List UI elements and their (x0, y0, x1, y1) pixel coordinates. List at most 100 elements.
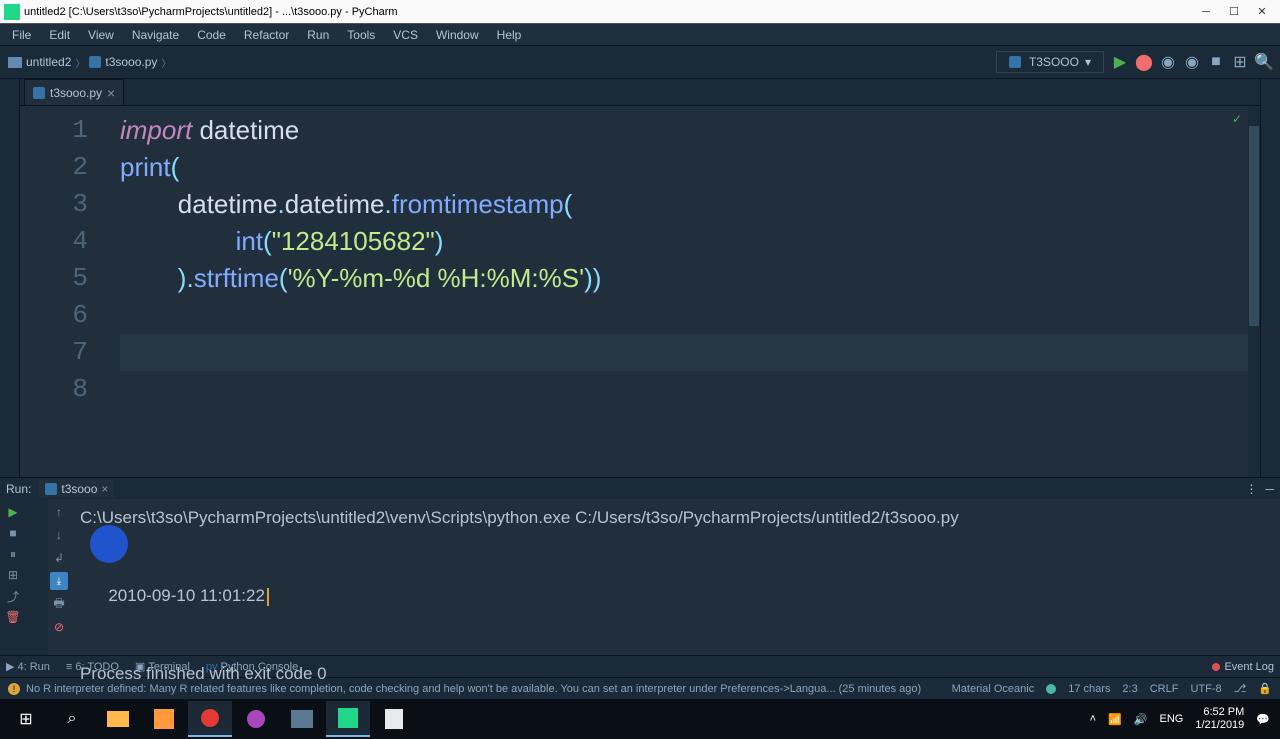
sublime-button[interactable] (142, 701, 186, 737)
titlebar: untitled2 [C:\Users\t3so\PycharmProjects… (0, 0, 1280, 24)
menu-file[interactable]: File (6, 26, 37, 44)
start-button[interactable]: ⊞ (4, 701, 48, 737)
warning-icon[interactable]: ! (8, 683, 20, 695)
scrollbar-track[interactable] (1248, 106, 1260, 477)
search-button[interactable]: 🔍 (1256, 54, 1272, 70)
stop-button[interactable]: ■ (1208, 54, 1224, 70)
code-editor[interactable]: 1 2 3 4 5 6 7 8 import datetime print( d… (20, 106, 1260, 477)
window-controls: ─ ☐ ✕ (1200, 6, 1276, 18)
exit-button[interactable]: ⤴ (4, 587, 22, 605)
line-number: 5 (20, 260, 120, 297)
file-explorer-button[interactable] (96, 701, 140, 737)
line-gutter: 1 2 3 4 5 6 7 8 (20, 106, 120, 477)
tray-volume-icon[interactable]: 🔊 (1134, 713, 1148, 726)
hide-panel-button[interactable]: ─ (1265, 482, 1274, 496)
app-button[interactable] (280, 701, 324, 737)
line-number: 4 (20, 223, 120, 260)
pause-button[interactable]: ⏸ (4, 545, 22, 563)
line-number: 6 (20, 297, 120, 334)
run-config-name: T3SOOO (1029, 55, 1079, 69)
output-command: C:\Users\t3so\PycharmProjects\untitled2\… (80, 505, 1272, 531)
run-label: Run: (6, 482, 31, 496)
code-area[interactable]: import datetime print( datetime.datetime… (120, 106, 1260, 477)
settings-icon[interactable]: ⋮ (1245, 482, 1257, 496)
run-header-right: ⋮ ─ (1245, 482, 1274, 496)
tray-network-icon[interactable]: 📶 (1108, 713, 1122, 726)
menu-tools[interactable]: Tools (341, 26, 381, 44)
rerun-button[interactable]: ▶ (4, 503, 22, 521)
up-button[interactable]: ↑ (50, 503, 68, 521)
text-cursor (267, 588, 269, 606)
clear-button[interactable]: ⊘ (50, 618, 68, 636)
editor-tab[interactable]: t3sooo.py × (24, 79, 124, 105)
output-exit: Process finished with exit code 0 (80, 661, 1272, 687)
delete-button[interactable]: 🗑 (4, 608, 22, 626)
editor-wrap: t3sooo.py × 1 2 3 4 5 6 7 8 import datet… (20, 79, 1260, 477)
bottom-tab-run[interactable]: ▶4: Run (6, 660, 50, 673)
inspection-ok-icon: ✓ (1232, 112, 1242, 126)
recorder2-button[interactable] (234, 701, 278, 737)
run-tab-close-button[interactable]: × (101, 482, 108, 496)
close-button[interactable]: ✕ (1256, 6, 1268, 18)
main-area: t3sooo.py × 1 2 3 4 5 6 7 8 import datet… (0, 79, 1280, 477)
right-tool-strip[interactable] (1260, 79, 1280, 477)
tray-language[interactable]: ENG (1160, 713, 1184, 725)
toolbar: untitled2 〉 t3sooo.py 〉 T3SOOO ▾ ▶ ⬤ ◉ ◉… (0, 46, 1280, 79)
line-number: 7 (20, 334, 120, 371)
notifications-icon[interactable]: 💬 (1256, 713, 1270, 726)
menu-help[interactable]: Help (491, 26, 528, 44)
run-tab[interactable]: t3sooo × (39, 480, 114, 498)
python-file-icon (45, 483, 57, 495)
minimize-button[interactable]: ─ (1200, 6, 1212, 18)
toolbar-right: T3SOOO ▾ ▶ ⬤ ◉ ◉ ■ ⊞ 🔍 (996, 51, 1272, 73)
output-result: 2010-09-10 11:01:22 (80, 531, 1272, 635)
notepad-button[interactable] (372, 701, 416, 737)
search-button[interactable]: ⌕ (50, 701, 94, 737)
run-output[interactable]: C:\Users\t3so\PycharmProjects\untitled2\… (72, 499, 1280, 655)
down-button[interactable]: ↓ (50, 526, 68, 544)
code-line (120, 371, 1260, 408)
layout-button[interactable]: ⊞ (4, 566, 22, 584)
windows-taskbar: ⊞ ⌕ ˄ 📶 🔊 ENG 6:52 PM 1/21/2019 💬 (0, 699, 1280, 739)
menu-window[interactable]: Window (430, 26, 485, 44)
menu-run[interactable]: Run (301, 26, 335, 44)
stop-button[interactable]: ■ (4, 524, 22, 542)
run-actions-col1: ▶ ■ ⏸ ⊞ ⤴ 🗑 (0, 499, 48, 655)
profile-button[interactable]: ◉ (1184, 54, 1200, 70)
menu-navigate[interactable]: Navigate (126, 26, 185, 44)
recorder1-button[interactable] (188, 701, 232, 737)
print-button[interactable]: 🖶 (50, 595, 68, 613)
debug-button[interactable]: ⬤ (1136, 54, 1152, 70)
python-file-icon (89, 56, 101, 68)
line-number: 2 (20, 149, 120, 186)
coverage-button[interactable]: ◉ (1160, 54, 1176, 70)
menu-vcs[interactable]: VCS (387, 26, 424, 44)
menu-view[interactable]: View (82, 26, 120, 44)
menu-code[interactable]: Code (191, 26, 232, 44)
wrap-button[interactable]: ↲ (50, 549, 68, 567)
menu-refactor[interactable]: Refactor (238, 26, 295, 44)
run-button[interactable]: ▶ (1112, 54, 1128, 70)
menubar: File Edit View Navigate Code Refactor Ru… (0, 24, 1280, 46)
menu-edit[interactable]: Edit (43, 26, 76, 44)
chevron-right-icon: 〉 (161, 55, 171, 70)
tray-chevron-icon[interactable]: ˄ (1090, 713, 1096, 725)
run-panel-body: ▶ ■ ⏸ ⊞ ⤴ 🗑 ↑ ↓ ↲ ⤓ 🖶 ⊘ C:\Users\t3so\Py… (0, 499, 1280, 655)
breadcrumb-file[interactable]: t3sooo.py (105, 55, 157, 69)
line-number: 1 (20, 112, 120, 149)
breadcrumb-project[interactable]: untitled2 (26, 55, 71, 69)
left-tool-strip[interactable] (0, 79, 20, 477)
tab-close-button[interactable]: × (107, 85, 115, 101)
maximize-button[interactable]: ☐ (1228, 6, 1240, 18)
pycharm-button[interactable] (326, 701, 370, 737)
taskbar-clock[interactable]: 6:52 PM 1/21/2019 (1195, 706, 1244, 732)
code-line: print( (120, 149, 1260, 186)
scrollbar-thumb[interactable] (1249, 126, 1259, 326)
vcs-button[interactable]: ⊞ (1232, 54, 1248, 70)
code-line: ).strftime('%Y-%m-%d %H:%M:%S')) (120, 260, 1260, 297)
scroll-button[interactable]: ⤓ (50, 572, 68, 590)
folder-icon (8, 57, 22, 68)
chevron-right-icon: 〉 (75, 55, 85, 70)
line-number: 3 (20, 186, 120, 223)
run-config-selector[interactable]: T3SOOO ▾ (996, 51, 1104, 73)
